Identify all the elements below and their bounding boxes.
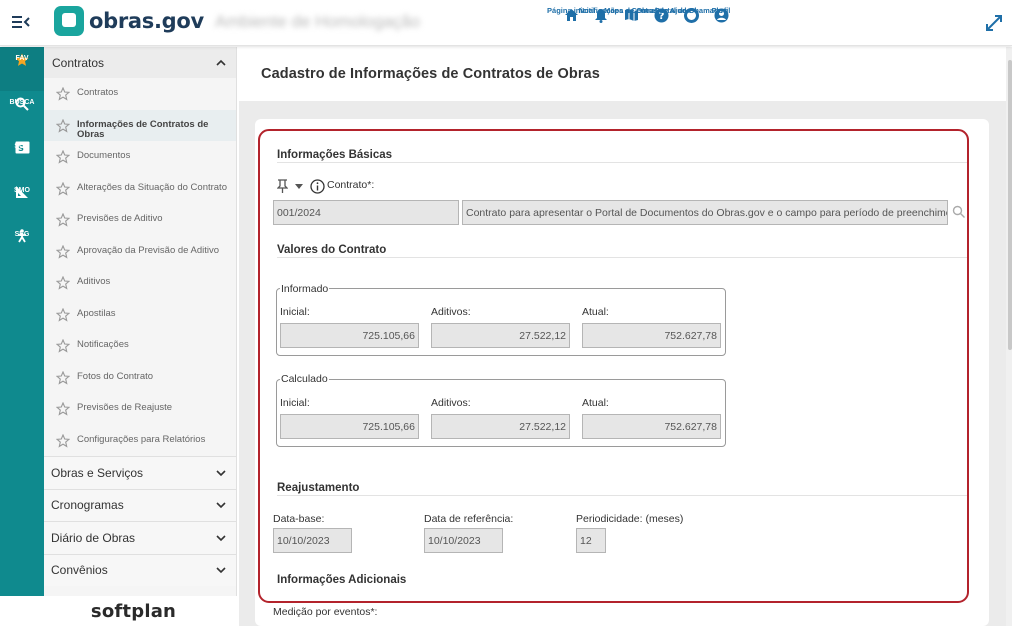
highlight-frame xyxy=(258,129,969,603)
app-logo[interactable]: obras.gov xyxy=(54,6,204,36)
sidebar-item[interactable]: Configurações para Relatórios xyxy=(44,425,236,457)
rail-search[interactable]: BUSCA xyxy=(0,91,44,135)
chevron-down-icon xyxy=(216,470,226,476)
expand-icon[interactable] xyxy=(985,14,1003,32)
nav-tickets[interactable]: Portal de Chamados xyxy=(655,6,727,27)
sidebar-item-label: Fotos do Contrato xyxy=(77,370,154,382)
star-outline-icon[interactable] xyxy=(56,339,70,353)
rail-seg[interactable]: SEG xyxy=(0,223,44,267)
sidebar-group-label: Cronogramas xyxy=(51,498,124,513)
sidebar-group-label: Obras e Serviços xyxy=(51,465,144,480)
chevron-down-icon xyxy=(216,502,226,509)
sidebar-item[interactable]: Notificações xyxy=(44,330,236,362)
rail-fav[interactable]: FAV xyxy=(0,47,44,91)
star-outline-icon[interactable] xyxy=(56,118,70,133)
sidebar-item[interactable]: Previsões de Reajuste xyxy=(44,393,236,425)
footer-brand-text: softplan xyxy=(90,600,177,622)
sidebar-section-contratos[interactable]: Contratos xyxy=(44,47,236,78)
sidebar-group[interactable]: Diário de Obras xyxy=(44,521,236,554)
star-outline-icon[interactable] xyxy=(56,276,70,290)
star-outline-icon[interactable] xyxy=(56,433,70,448)
sidebar-item-label: Apostilas xyxy=(77,307,116,319)
nav-label: Perfil xyxy=(711,6,731,15)
sidebar-item-label: Informações de Contratos de Obras xyxy=(77,118,209,140)
sidebar-item-label: Previsões de Reajuste xyxy=(77,402,173,413)
main-content: Cadastro de Informações de Contratos de … xyxy=(238,47,1012,626)
sidebar-item[interactable]: Fotos do Contrato xyxy=(44,362,236,394)
medicao-label: Medição por eventos*: xyxy=(273,606,378,618)
sidebar-section-title: Contratos xyxy=(52,55,105,70)
sidebar-item[interactable]: Aditivos xyxy=(44,267,236,299)
sidebar-item[interactable]: Previsões de Aditivo xyxy=(44,204,236,236)
rail-label: SCO xyxy=(14,143,30,150)
logo-mark-icon xyxy=(54,6,84,36)
star-outline-icon[interactable] xyxy=(56,87,70,101)
top-nav: Página inicial Notificações Mapa de Obra… xyxy=(547,6,736,27)
sidebar-item-label: Documentos xyxy=(77,150,131,161)
sidebar-item[interactable]: Apostilas xyxy=(44,299,236,331)
sidebar-item[interactable]: Informações de Contratos de Obras xyxy=(44,109,236,141)
rail-label: SMO xyxy=(14,187,30,194)
logo-text: obras.gov xyxy=(89,9,204,33)
star-outline-icon[interactable] xyxy=(56,150,70,164)
star-outline-icon[interactable] xyxy=(56,213,70,227)
module-rail: FAV BUSCA S SCO SMO SEG xyxy=(0,47,44,596)
sidebar-item-label: Configurações para Relatórios xyxy=(77,433,206,445)
sidebar-item-label: Previsões de Aditivo xyxy=(77,213,163,224)
chevron-up-icon xyxy=(216,59,226,66)
star-outline-icon[interactable] xyxy=(56,244,70,259)
sidebar-group[interactable]: Convênios xyxy=(44,553,236,586)
rail-label: SEG xyxy=(14,231,30,238)
sidebar-item[interactable]: Documentos xyxy=(44,141,236,173)
sidebar: Contratos Contratos Informações de Contra… xyxy=(44,47,237,596)
page-title: Cadastro de Informações de Contratos de … xyxy=(261,66,600,82)
sidebar-group-label: Diário de Obras xyxy=(51,530,136,545)
star-outline-icon[interactable] xyxy=(56,307,70,322)
sidebar-group-label: Convênios xyxy=(51,563,108,578)
menu-toggle-icon[interactable] xyxy=(12,14,30,30)
sidebar-group[interactable]: Cronogramas xyxy=(44,488,236,521)
chevron-down-icon xyxy=(216,567,226,574)
sidebar-item-label: Alterações da Situação do Contrato xyxy=(77,181,227,193)
softplan-brand: softplan xyxy=(0,596,237,626)
rail-label: BUSCA xyxy=(9,99,35,106)
sidebar-item-label: Contratos xyxy=(77,87,119,98)
sidebar-item[interactable]: Contratos xyxy=(44,78,236,110)
star-outline-icon[interactable] xyxy=(56,402,70,416)
sidebar-group[interactable]: Obras e Serviços xyxy=(44,456,236,489)
rail-label: FAV xyxy=(15,55,29,62)
top-header: obras.gov Ambiente de Homologação Página… xyxy=(0,0,1012,46)
sidebar-item[interactable]: Aprovação da Previsão de Aditivo xyxy=(44,236,236,268)
sidebar-item-label: Aditivos xyxy=(77,276,111,287)
sidebar-item-label: Aprovação da Previsão de Aditivo xyxy=(77,244,220,256)
scrollbar-thumb[interactable] xyxy=(1008,60,1012,350)
sidebar-item-label: Notificações xyxy=(77,339,129,350)
rail-smo[interactable]: SMO xyxy=(0,179,44,223)
environment-label: Ambiente de Homologação xyxy=(215,12,421,31)
star-outline-icon[interactable] xyxy=(56,181,70,196)
chevron-down-icon xyxy=(216,535,226,541)
sidebar-item[interactable]: Alterações da Situação do Contrato xyxy=(44,173,236,205)
star-outline-icon[interactable] xyxy=(56,370,70,385)
rail-sco[interactable]: S SCO xyxy=(0,135,44,179)
